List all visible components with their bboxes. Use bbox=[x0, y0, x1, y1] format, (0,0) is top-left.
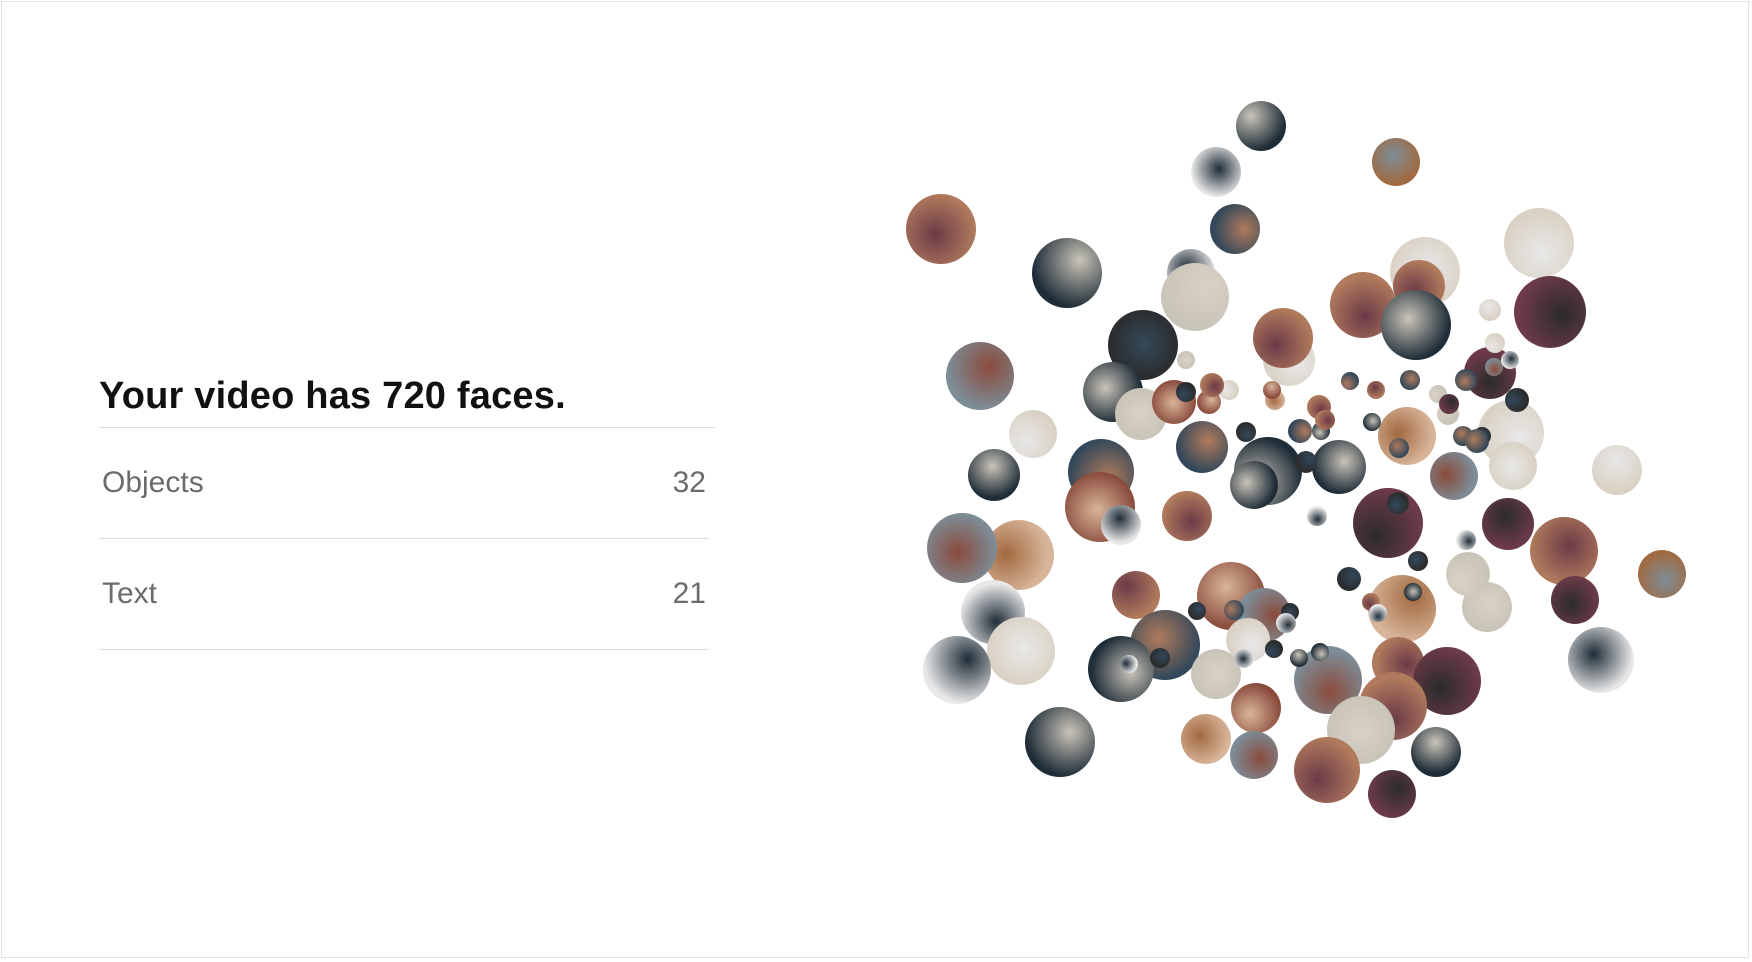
objects-count: 32 bbox=[672, 466, 706, 499]
text-label: Text bbox=[102, 577, 158, 610]
summary-panel: Your video has 720 faces. Objects 32 Tex… bbox=[99, 365, 715, 650]
objects-label: Objects bbox=[102, 466, 204, 499]
faces-headline: Your video has 720 faces. bbox=[99, 375, 566, 417]
objects-row[interactable]: Objects 32 bbox=[99, 428, 709, 539]
text-count: 21 bbox=[672, 577, 706, 610]
text-row[interactable]: Text 21 bbox=[99, 539, 709, 650]
